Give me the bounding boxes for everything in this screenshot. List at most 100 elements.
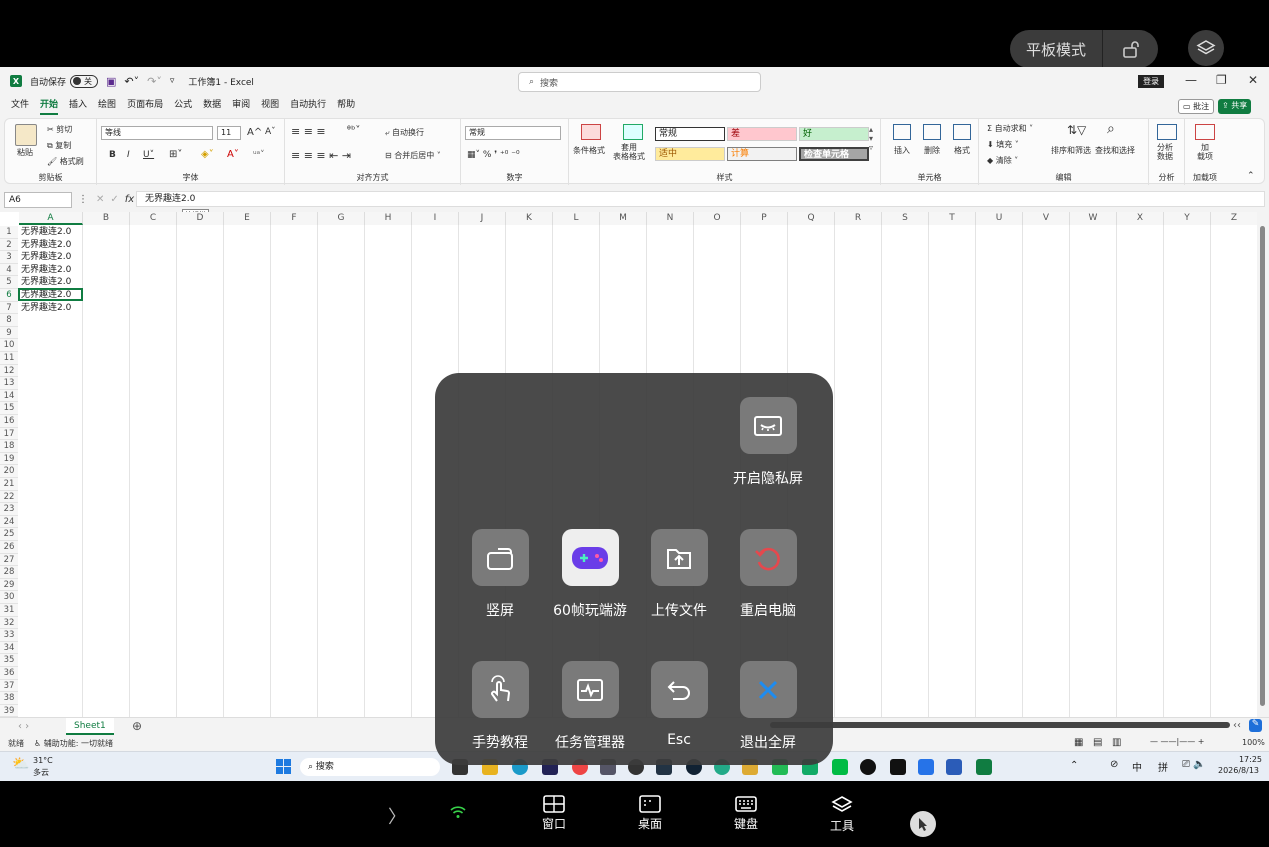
delete-cells-icon[interactable] (923, 124, 941, 140)
row-header-1[interactable]: 1 (0, 226, 18, 239)
task-manager-icon[interactable] (561, 661, 619, 718)
ime-pinyin[interactable]: 拼 (1158, 759, 1168, 774)
row-header-17[interactable]: 17 (0, 427, 18, 441)
column-header-j[interactable]: J (459, 212, 506, 225)
column-header-b[interactable]: B (83, 212, 130, 225)
tray-icon[interactable]: ⊘ (1110, 759, 1118, 770)
undo-icon[interactable]: ↶˅ (124, 75, 139, 88)
style-normal[interactable]: 常规 (655, 127, 725, 141)
merge-center-button[interactable]: ⊟ 合并后居中 ˅ (385, 150, 441, 161)
menu-file[interactable]: 文件 (11, 97, 29, 115)
tray-expand-icon[interactable]: ⌃ (1070, 760, 1078, 771)
column-header-w[interactable]: W (1070, 212, 1117, 225)
login-button[interactable]: 登录 (1138, 75, 1164, 88)
row-header-15[interactable]: 15 (0, 402, 18, 415)
prev-sheet-icon[interactable]: ‹ › (18, 721, 29, 732)
find-icon[interactable]: ⌕ (1107, 121, 1115, 137)
row-header-6[interactable]: 6 (0, 289, 18, 302)
insert-cells-icon[interactable] (893, 124, 911, 140)
column-header-g[interactable]: G (318, 212, 365, 225)
row-header-24[interactable]: 24 (0, 515, 18, 529)
column-header-f[interactable]: F (271, 212, 318, 225)
zoom-level[interactable]: 100% (1242, 738, 1265, 747)
row-header-18[interactable]: 18 (0, 440, 18, 453)
esc-item[interactable]: Esc (634, 661, 724, 748)
tablet-mode-pill[interactable]: 平板模式 (1010, 30, 1158, 68)
column-header-q[interactable]: Q (788, 212, 835, 225)
column-header-a[interactable]: A (19, 212, 83, 225)
row-header-21[interactable]: 21 (0, 478, 18, 491)
vertical-scrollbar[interactable] (1257, 212, 1269, 717)
column-header-x[interactable]: X (1117, 212, 1164, 225)
style-calculation[interactable]: 计算 (727, 147, 797, 161)
taskbar-date[interactable]: 2026/8/13 (1218, 766, 1259, 775)
customize-toolbar-icon[interactable]: ▿ (170, 76, 175, 86)
search-box[interactable]: ⌕ 搜索 (518, 72, 761, 92)
function-icon[interactable]: fx (125, 194, 134, 205)
number-format-select[interactable]: 常规 (465, 126, 561, 140)
gesture-tutorial-item[interactable]: 手势教程 (455, 661, 545, 752)
menu-view[interactable]: 视图 (261, 97, 279, 115)
portrait-icon[interactable] (471, 529, 529, 586)
formula-input[interactable]: 无界趣连2.0 (136, 191, 1265, 207)
app-icon-7[interactable] (860, 759, 876, 775)
bold-button[interactable]: B (109, 150, 116, 160)
row-header-31[interactable]: 31 (0, 604, 18, 617)
column-header-t[interactable]: T (929, 212, 976, 225)
column-header-y[interactable]: Y (1164, 212, 1211, 225)
row-header-7[interactable]: 7 (0, 301, 18, 315)
row-header-8[interactable]: 8 (0, 314, 18, 327)
font-size-select[interactable]: 11 (217, 126, 241, 140)
unlock-icon[interactable] (1103, 39, 1158, 59)
tools-button[interactable]: 工具 (812, 795, 872, 834)
row-header-36[interactable]: 36 (0, 667, 18, 680)
row-header-12[interactable]: 12 (0, 364, 18, 378)
analyze-data-button[interactable]: 分析 数据 (1157, 143, 1173, 161)
ime-chinese[interactable]: 中 (1132, 759, 1142, 774)
minimize-icon[interactable]: — (1185, 73, 1197, 87)
analyze-data-icon[interactable] (1157, 124, 1177, 140)
conditional-format-button[interactable]: 条件格式 (573, 145, 605, 156)
row-header-19[interactable]: 19 (0, 452, 18, 466)
upload-folder-icon[interactable] (650, 529, 708, 586)
column-header-i[interactable]: I (412, 212, 459, 225)
add-sheet-icon[interactable]: ⊕ (132, 719, 142, 733)
sheet-tab-sheet1[interactable]: Sheet1 (66, 718, 114, 735)
row-header-2[interactable]: 2 (0, 238, 18, 252)
redo-icon[interactable]: ↷˅ (147, 75, 162, 88)
format-cells-button[interactable]: 格式 (954, 145, 970, 156)
taskbar-search[interactable]: ⌕ 搜索 (300, 758, 440, 776)
save-icon[interactable]: ▣ (106, 75, 116, 88)
row-header-29[interactable]: 29 (0, 578, 18, 592)
row-header-10[interactable]: 10 (0, 339, 18, 352)
row-header-35[interactable]: 35 (0, 654, 18, 667)
desktop-button[interactable]: 桌面 (620, 795, 680, 832)
name-box[interactable]: A6 (4, 191, 72, 208)
row-header-22[interactable]: 22 (0, 490, 18, 504)
orientation-icon[interactable]: ᶿᵇ˅ (347, 125, 360, 136)
restart-item[interactable]: 重启电脑 (723, 529, 813, 620)
menu-insert[interactable]: 插入 (69, 97, 87, 115)
accessibility-status[interactable]: ♿ 辅助功能: 一切就绪 (34, 738, 113, 749)
horizontal-scrollbar[interactable] (770, 722, 1230, 728)
column-header-o[interactable]: O (694, 212, 741, 225)
styles-scroll-icon[interactable]: ▴ ▾ ▿ (869, 125, 873, 152)
copy-button[interactable]: ⧉ 复制 (47, 140, 71, 151)
menu-help[interactable]: 帮助 (337, 97, 355, 115)
window-button[interactable]: 窗口 (524, 795, 584, 832)
column-header-p[interactable]: P (741, 212, 788, 225)
row-header-9[interactable]: 9 (0, 326, 18, 340)
cancel-icon[interactable]: ✕ (96, 194, 104, 205)
exit-fullscreen-item[interactable]: 退出全屏 (723, 661, 813, 752)
align-left-icon[interactable]: ≡ ≡ ≡ ⇤ ⇥ (291, 149, 351, 162)
column-header-v[interactable]: V (1023, 212, 1070, 225)
word-icon[interactable] (946, 759, 962, 775)
capcut-icon[interactable] (890, 759, 906, 775)
clear-button[interactable]: ◆ 清除 ˅ (987, 155, 1018, 166)
restart-icon[interactable] (739, 529, 797, 586)
exit-close-icon[interactable] (739, 661, 797, 718)
upload-file-item[interactable]: 上传文件 (634, 529, 724, 620)
wrap-text-button[interactable]: ⤶ 自动换行 (385, 127, 424, 138)
number-buttons[interactable]: ▦˅ % ❜ ⁺⁰ ⁻⁰ (467, 150, 520, 160)
cell-a2[interactable]: 无界趣连2.0 (19, 239, 71, 252)
